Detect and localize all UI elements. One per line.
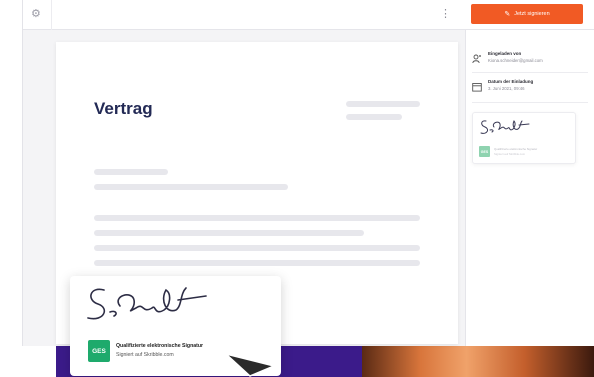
sidebar-divider [472, 102, 588, 103]
kebab-menu-icon[interactable]: ⋮ [440, 7, 451, 21]
invite-date-value: 3. Juni 2021, 09:46 [488, 86, 525, 91]
document-title: Vertrag [94, 99, 153, 118]
gear-icon[interactable]: ⚙ [31, 8, 43, 20]
document-text-line [94, 184, 288, 190]
footer-left-panel [0, 344, 56, 377]
document-text-line [94, 230, 364, 236]
signature-scribble [480, 120, 530, 134]
document-text-line [346, 114, 402, 120]
cert-subtitle: Signiert auf Skribble.com [116, 352, 174, 358]
document-text-line [94, 215, 420, 221]
invite-date-label: Datum der Einladung [488, 79, 534, 84]
invite-date-row: Datum der Einladung 3. Juni 2021, 09:46 [472, 78, 592, 104]
mini-cert-subtitle: Signiert auf Skribble.com [494, 152, 526, 156]
mouse-cursor-icon [225, 353, 276, 377]
mini-cert-title: Qualifizierte elektronische Signatur [494, 147, 538, 151]
document-text-line [94, 245, 420, 251]
signature-scribble [87, 287, 207, 320]
calendar-icon [472, 82, 482, 92]
sidebar-divider [472, 72, 588, 73]
sign-now-button[interactable]: ✎ Jetzt signieren [471, 4, 583, 24]
person-icon [472, 54, 482, 64]
cert-title: Qualifizierte elektronische Signatur [116, 343, 204, 349]
topbar-divider [51, 0, 52, 30]
document-text-line [94, 169, 168, 175]
mini-ges-badge: GES [479, 146, 490, 157]
signature-preview-card[interactable]: GES Qualifizierte elektronische Signatur… [472, 112, 576, 164]
details-sidebar: Eingeladen von Kiona.schneider@gmail.com… [465, 30, 594, 346]
invited-by-label: Eingeladen von [488, 51, 522, 56]
pen-icon: ✎ [504, 11, 511, 18]
invited-by-value: Kiona.schneider@gmail.com [488, 58, 543, 63]
document-text-line [346, 101, 420, 107]
topbar: ⚙ ⋮ ✎ Jetzt signieren [23, 0, 594, 30]
document-text-line [94, 260, 420, 266]
sign-now-label: Jetzt signieren [514, 11, 550, 17]
footer-photo [362, 344, 594, 377]
ges-badge: GES [88, 340, 110, 362]
